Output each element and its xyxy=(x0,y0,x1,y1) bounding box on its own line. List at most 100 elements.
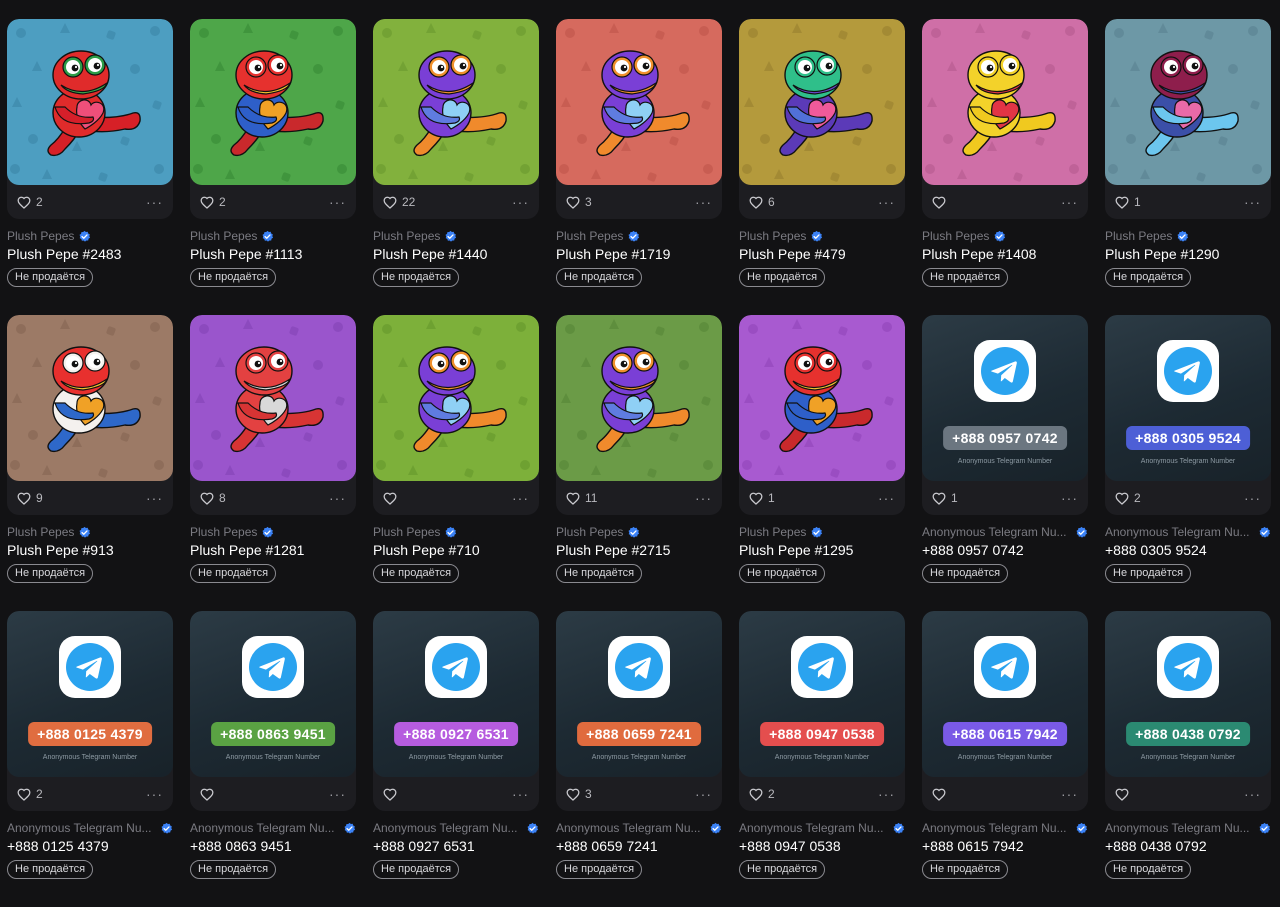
more-icon[interactable]: ··· xyxy=(695,491,712,505)
item-title[interactable]: +888 0125 4379 xyxy=(7,838,173,854)
like-button[interactable]: 3 xyxy=(566,787,592,801)
collection-name[interactable]: Anonymous Telegram Nu... xyxy=(190,821,356,835)
gift-card[interactable]: 2 ··· Plush Pepes Plush Pepe #1113 Не продаё… xyxy=(190,19,356,299)
like-button[interactable]: 22 xyxy=(383,195,415,209)
more-icon[interactable]: ··· xyxy=(329,491,346,505)
like-button[interactable]: 3 xyxy=(566,195,592,209)
like-button[interactable]: 1 xyxy=(1115,195,1141,209)
item-title[interactable]: +888 0615 7942 xyxy=(922,838,1088,854)
item-title[interactable]: Plush Pepe #1440 xyxy=(373,246,539,262)
item-title[interactable]: +888 0927 6531 xyxy=(373,838,539,854)
number-card[interactable]: +888 0125 4379 Anonymous Telegram Number 2… xyxy=(7,611,173,891)
like-button[interactable] xyxy=(1115,788,1134,801)
like-button[interactable] xyxy=(932,788,951,801)
like-button[interactable]: 1 xyxy=(932,491,958,505)
collection-name[interactable]: Anonymous Telegram Nu... xyxy=(7,821,173,835)
collection-name[interactable]: Plush Pepes xyxy=(373,229,539,243)
collection-name[interactable]: Anonymous Telegram Nu... xyxy=(1105,525,1271,539)
item-title[interactable]: +888 0659 7241 xyxy=(556,838,722,854)
collection-name[interactable]: Plush Pepes xyxy=(739,525,905,539)
like-button[interactable]: 8 xyxy=(200,491,226,505)
collection-name[interactable]: Plush Pepes xyxy=(1105,229,1271,243)
more-icon[interactable]: ··· xyxy=(878,491,895,505)
item-title[interactable]: +888 0957 0742 xyxy=(922,542,1088,558)
like-button[interactable]: 6 xyxy=(749,195,775,209)
gift-card[interactable]: ··· Plush Pepes Plush Pepe #710 Не продаётс… xyxy=(373,315,539,595)
gift-card[interactable]: 8 ··· Plush Pepes Plush Pepe #1281 Не продаё… xyxy=(190,315,356,595)
item-title[interactable]: +888 0438 0792 xyxy=(1105,838,1271,854)
collection-name[interactable]: Anonymous Telegram Nu... xyxy=(922,821,1088,835)
more-icon[interactable]: ··· xyxy=(878,195,895,209)
gift-card[interactable]: 11 ··· Plush Pepes Plush Pepe #2715 Не прода… xyxy=(556,315,722,595)
like-button[interactable] xyxy=(200,788,219,801)
like-button[interactable] xyxy=(383,492,402,505)
number-card[interactable]: +888 0927 6531 Anonymous Telegram Number ·… xyxy=(373,611,539,891)
item-title[interactable]: Plush Pepe #1281 xyxy=(190,542,356,558)
more-icon[interactable]: ··· xyxy=(512,195,529,209)
number-card[interactable]: +888 0438 0792 Anonymous Telegram Number ·… xyxy=(1105,611,1271,891)
more-icon[interactable]: ··· xyxy=(512,491,529,505)
collection-name[interactable]: Plush Pepes xyxy=(556,525,722,539)
item-title[interactable]: Plush Pepe #1290 xyxy=(1105,246,1271,262)
more-icon[interactable]: ··· xyxy=(1244,491,1261,505)
more-icon[interactable]: ··· xyxy=(146,787,163,801)
collection-name[interactable]: Anonymous Telegram Nu... xyxy=(373,821,539,835)
number-card[interactable]: +888 0659 7241 Anonymous Telegram Number 3… xyxy=(556,611,722,891)
item-title[interactable]: Plush Pepe #1295 xyxy=(739,542,905,558)
like-button[interactable]: 2 xyxy=(200,195,226,209)
item-title[interactable]: Plush Pepe #2715 xyxy=(556,542,722,558)
like-button[interactable]: 2 xyxy=(1115,491,1141,505)
collection-name[interactable]: Plush Pepes xyxy=(373,525,539,539)
item-title[interactable]: Plush Pepe #1408 xyxy=(922,246,1088,262)
gift-card[interactable]: 22 ··· Plush Pepes Plush Pepe #1440 Не прода… xyxy=(373,19,539,299)
item-title[interactable]: Plush Pepe #1719 xyxy=(556,246,722,262)
more-icon[interactable]: ··· xyxy=(695,195,712,209)
collection-name[interactable]: Anonymous Telegram Nu... xyxy=(556,821,722,835)
more-icon[interactable]: ··· xyxy=(1244,787,1261,801)
more-icon[interactable]: ··· xyxy=(695,787,712,801)
collection-name[interactable]: Plush Pepes xyxy=(190,229,356,243)
more-icon[interactable]: ··· xyxy=(146,195,163,209)
item-title[interactable]: Plush Pepe #1113 xyxy=(190,246,356,262)
number-card[interactable]: +888 0863 9451 Anonymous Telegram Number ·… xyxy=(190,611,356,891)
like-button[interactable] xyxy=(383,788,402,801)
collection-name[interactable]: Plush Pepes xyxy=(922,229,1088,243)
gift-card[interactable]: 9 ··· Plush Pepes Plush Pepe #913 Не продаёт… xyxy=(7,315,173,595)
item-title[interactable]: Plush Pepe #710 xyxy=(373,542,539,558)
collection-name[interactable]: Plush Pepes xyxy=(7,525,173,539)
collection-name[interactable]: Plush Pepes xyxy=(190,525,356,539)
more-icon[interactable]: ··· xyxy=(329,195,346,209)
item-title[interactable]: Plush Pepe #913 xyxy=(7,542,173,558)
like-button[interactable] xyxy=(932,196,951,209)
like-button[interactable]: 2 xyxy=(17,195,43,209)
number-card[interactable]: +888 0947 0538 Anonymous Telegram Number 2… xyxy=(739,611,905,891)
gift-card[interactable]: ··· Plush Pepes Plush Pepe #1408 Не продаёт… xyxy=(922,19,1088,299)
more-icon[interactable]: ··· xyxy=(512,787,529,801)
item-title[interactable]: +888 0947 0538 xyxy=(739,838,905,854)
collection-name[interactable]: Anonymous Telegram Nu... xyxy=(922,525,1088,539)
gift-card[interactable]: 6 ··· Plush Pepes Plush Pepe #479 Не продаёт… xyxy=(739,19,905,299)
more-icon[interactable]: ··· xyxy=(329,787,346,801)
gift-card[interactable]: 3 ··· Plush Pepes Plush Pepe #1719 Не продаё… xyxy=(556,19,722,299)
like-button[interactable]: 11 xyxy=(566,491,597,505)
collection-name[interactable]: Plush Pepes xyxy=(556,229,722,243)
item-title[interactable]: +888 0305 9524 xyxy=(1105,542,1271,558)
more-icon[interactable]: ··· xyxy=(1244,195,1261,209)
number-card[interactable]: +888 0957 0742 Anonymous Telegram Number 1… xyxy=(922,315,1088,595)
like-button[interactable]: 2 xyxy=(749,787,775,801)
more-icon[interactable]: ··· xyxy=(1061,787,1078,801)
collection-name[interactable]: Anonymous Telegram Nu... xyxy=(739,821,905,835)
like-button[interactable]: 9 xyxy=(17,491,43,505)
item-title[interactable]: Plush Pepe #2483 xyxy=(7,246,173,262)
gift-card[interactable]: 2 ··· Plush Pepes Plush Pepe #2483 Не продаё… xyxy=(7,19,173,299)
like-button[interactable]: 1 xyxy=(749,491,775,505)
item-title[interactable]: +888 0863 9451 xyxy=(190,838,356,854)
gift-card[interactable]: 1 ··· Plush Pepes Plush Pepe #1290 Не продаё… xyxy=(1105,19,1271,299)
gift-card[interactable]: 1 ··· Plush Pepes Plush Pepe #1295 Не продаё… xyxy=(739,315,905,595)
number-card[interactable]: +888 0305 9524 Anonymous Telegram Number 2… xyxy=(1105,315,1271,595)
item-title[interactable]: Plush Pepe #479 xyxy=(739,246,905,262)
more-icon[interactable]: ··· xyxy=(1061,195,1078,209)
collection-name[interactable]: Plush Pepes xyxy=(7,229,173,243)
more-icon[interactable]: ··· xyxy=(1061,491,1078,505)
more-icon[interactable]: ··· xyxy=(146,491,163,505)
